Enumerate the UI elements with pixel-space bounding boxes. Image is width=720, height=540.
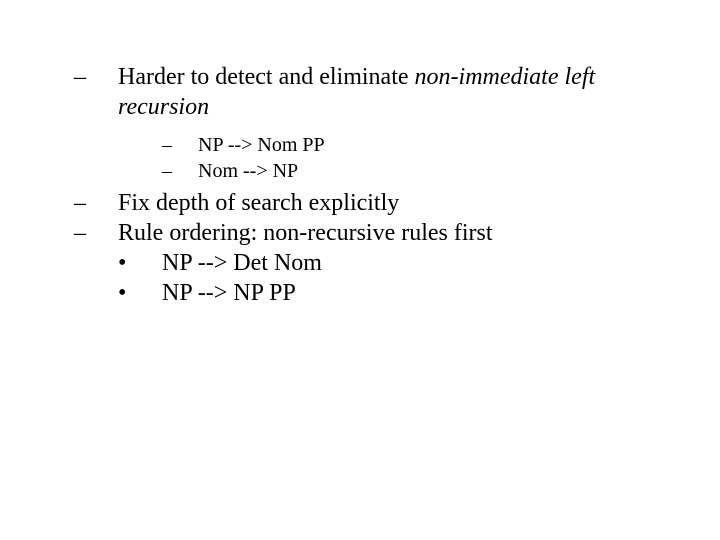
bullet-icon: •	[140, 248, 162, 278]
dash-icon: –	[96, 218, 118, 248]
bullet-text: Fix depth of search explicitly	[118, 190, 399, 216]
bullet-text: Harder to detect and eliminate	[118, 64, 415, 90]
dash-icon: –	[96, 62, 118, 92]
bullet-fix-depth: –Fix depth of search explicitly	[96, 188, 658, 218]
bullet-text: NP --> Det Nom	[162, 250, 322, 276]
slide-body: –Harder to detect and eliminate non-imme…	[0, 0, 720, 540]
sub-bullet-np-nom-pp: –NP --> Nom PP	[180, 132, 720, 158]
sub-bullet-nom-np: –Nom --> NP	[180, 158, 720, 184]
bullet-icon: •	[140, 278, 162, 308]
dash-icon: –	[96, 188, 118, 218]
bullet-rule-ordering: –Rule ordering: non-recursive rules firs…	[96, 218, 658, 248]
bullet-harder-detect: –Harder to detect and eliminate non-imme…	[96, 62, 658, 122]
bullet-text: Nom --> NP	[198, 160, 298, 182]
sub-bullet-np-np-pp: •NP --> NP PP	[140, 278, 720, 308]
sub-bullet-np-det-nom: •NP --> Det Nom	[140, 248, 720, 278]
dash-icon: –	[180, 132, 198, 158]
bullet-text: Rule ordering: non-recursive rules first	[118, 220, 493, 246]
bullet-text: NP --> NP PP	[162, 280, 296, 306]
dash-icon: –	[180, 158, 198, 184]
bullet-text: NP --> Nom PP	[198, 134, 325, 156]
